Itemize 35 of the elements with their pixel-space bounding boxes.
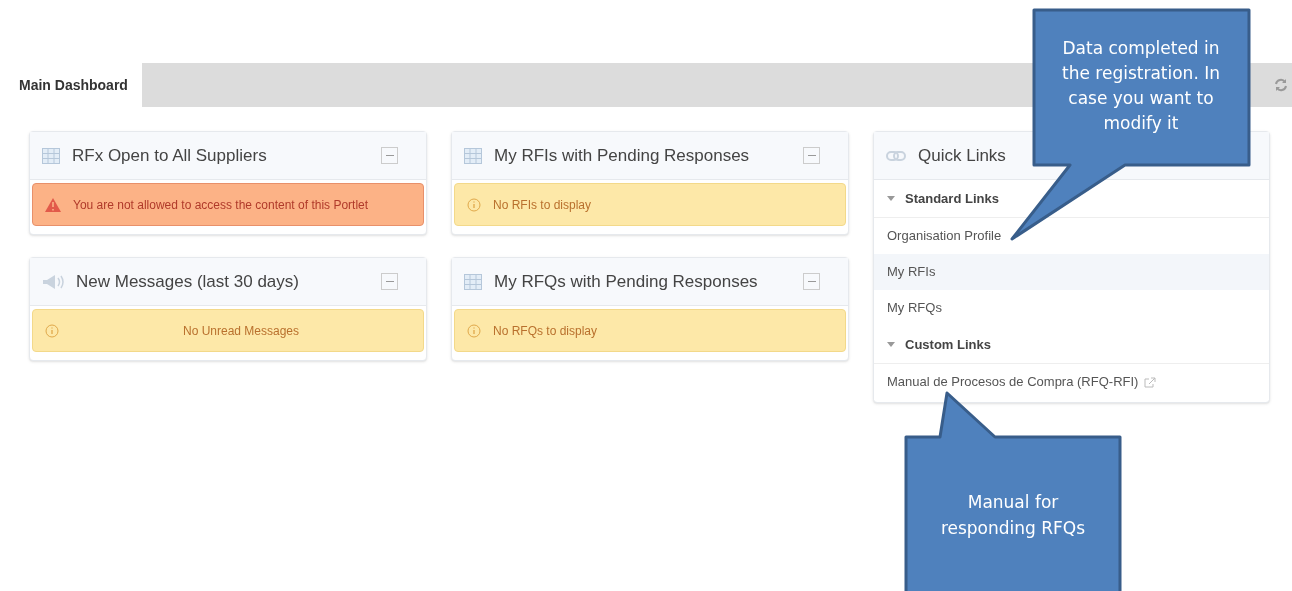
caret-icon [887, 196, 895, 201]
portlet-title: My RFQs with Pending Responses [494, 270, 759, 293]
portlet-title: My RFIs with Pending Responses [494, 144, 751, 167]
info-icon [45, 323, 59, 338]
alert-message: No Unread Messages [181, 322, 301, 340]
portlet-title: Quick Links [918, 144, 1006, 167]
quick-link[interactable]: Organisation Profile [874, 218, 1269, 254]
collapse-button[interactable] [381, 273, 398, 290]
info-icon [467, 197, 481, 212]
collapse-button[interactable] [381, 147, 398, 164]
megaphone-icon [42, 273, 64, 290]
portlet-title: New Messages (last 30 days) [76, 270, 300, 293]
quick-link[interactable]: My RFQs [874, 290, 1269, 326]
external-link-icon [1144, 376, 1157, 388]
group-title: Standard Links [905, 189, 999, 208]
warning-icon [45, 197, 61, 212]
collapse-button[interactable] [803, 273, 820, 290]
alert-message: No RFIs to display [493, 196, 592, 214]
quick-link[interactable]: My RFIs [874, 254, 1269, 290]
link-icon [886, 150, 906, 161]
table-icon [464, 147, 482, 164]
caret-icon [887, 342, 895, 347]
callout-text: Data completed in the registration. In case you want to modify it [1061, 37, 1221, 135]
collapse-button[interactable] [803, 147, 820, 164]
group-title: Custom Links [905, 335, 991, 354]
tab[interactable]: Main Dashboard [5, 63, 142, 107]
info-icon [467, 323, 481, 338]
quick-link[interactable]: Manual de Procesos de Compra (RFQ-RFI) [874, 364, 1269, 400]
refresh-icon[interactable] [1274, 78, 1288, 92]
alert-message: No RFQs to display [493, 322, 598, 340]
callout-text: Manual for responding RFQs [939, 491, 1087, 540]
portlet-title: RFx Open to All Suppliers [72, 144, 268, 167]
table-icon [42, 147, 60, 164]
alert-message: You are not allowed to access the content of this Portlet [73, 196, 369, 214]
table-icon [464, 273, 482, 290]
